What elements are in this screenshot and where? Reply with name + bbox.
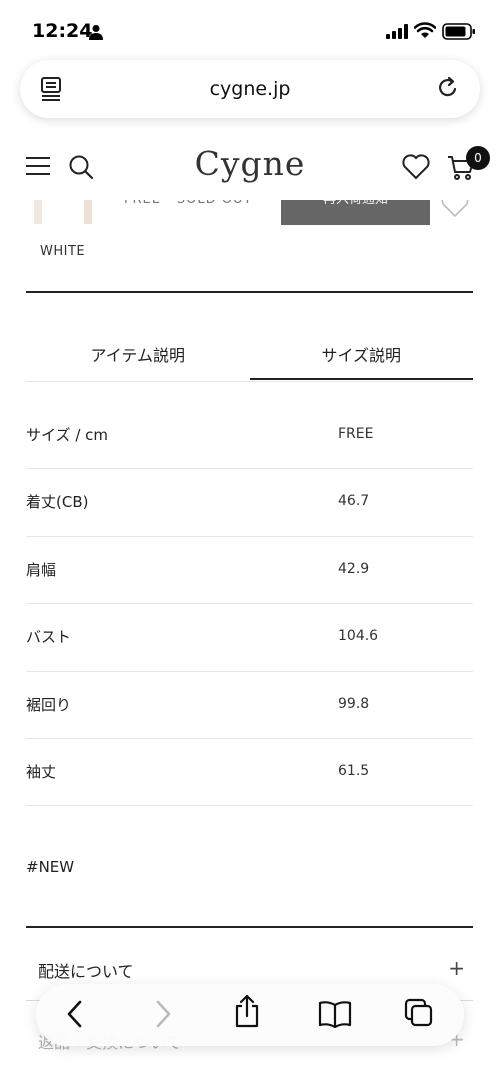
size-value: 61.5 [338,762,370,779]
variant-color: WHITE [40,244,86,259]
section-divider [26,291,473,293]
url-text[interactable]: cygne.jp [20,78,480,100]
bookmarks-icon[interactable] [318,1000,352,1028]
cart-count-badge: 0 [466,146,490,170]
description-tabs: アイテム説明 サイズ説明 [26,330,473,382]
size-key: 袖丈 [26,762,57,781]
size-value: FREE [338,426,374,442]
status-time: 12:24 [32,20,93,42]
size-value: 46.7 [338,493,370,510]
tab-size-description[interactable]: サイズ説明 [249,330,473,380]
size-key: 裾回り [26,695,72,714]
tab-item-description[interactable]: アイテム説明 [26,330,250,380]
size-table: サイズ / cm FREE 着丈(CB) 46.7 肩幅 42.9 バスト 10… [26,402,473,807]
site-header: Cygne 0 [0,134,500,200]
accordion-label: 配送について [38,962,134,981]
size-value: 42.9 [338,560,370,577]
heart-icon[interactable] [402,154,430,180]
hashtag-link[interactable]: #NEW [26,858,74,876]
plus-icon[interactable]: + [448,956,465,980]
tabs-icon[interactable] [404,998,434,1028]
person-icon [89,25,103,40]
size-key: サイズ / cm [26,426,108,444]
size-key: 肩幅 [26,560,57,579]
battery-icon [442,23,475,40]
size-key: 着丈(CB) [26,493,89,512]
browser-toolbar [36,984,464,1046]
size-key: バスト [26,628,72,647]
table-row: バスト 104.6 [26,604,473,672]
status-bar: 12:24 [0,0,500,58]
back-icon[interactable] [64,998,86,1030]
forward-icon[interactable] [152,998,174,1030]
table-row: 袖丈 61.5 [26,739,473,807]
url-bar[interactable]: cygne.jp [20,60,480,118]
section-divider [26,926,473,928]
share-icon[interactable] [233,994,261,1028]
wifi-icon [414,22,436,38]
table-row: サイズ / cm FREE [26,402,473,470]
reload-icon[interactable] [436,76,460,100]
table-row: 着丈(CB) 46.7 [26,469,473,537]
signal-icon [386,24,408,39]
size-value: 99.8 [338,695,370,712]
table-row: 裾回り 99.8 [26,672,473,739]
size-value: 104.6 [338,628,379,645]
table-row: 肩幅 42.9 [26,537,473,605]
